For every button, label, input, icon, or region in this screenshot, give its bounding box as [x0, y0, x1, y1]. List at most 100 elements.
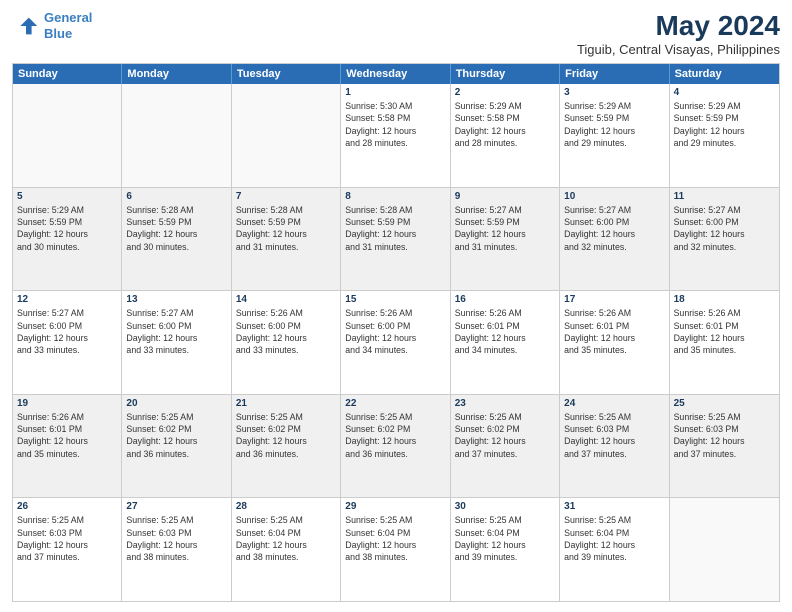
- calendar-row: 19 Sunrise: 5:26 AM Sunset: 6:01 PM Dayli…: [13, 394, 779, 498]
- day-info: Sunrise: 5:25 AM Sunset: 6:03 PM Dayligh…: [126, 514, 226, 563]
- day-info: Sunrise: 5:25 AM Sunset: 6:04 PM Dayligh…: [564, 514, 664, 563]
- day-info: Sunrise: 5:28 AM Sunset: 5:59 PM Dayligh…: [126, 204, 226, 253]
- subtitle: Tiguib, Central Visayas, Philippines: [577, 42, 780, 57]
- day-number: 28: [236, 501, 336, 512]
- day-info: Sunrise: 5:25 AM Sunset: 6:04 PM Dayligh…: [236, 514, 336, 563]
- day-info: Sunrise: 5:25 AM Sunset: 6:02 PM Dayligh…: [345, 411, 445, 460]
- calendar-cell: 29Sunrise: 5:25 AM Sunset: 6:04 PM Dayli…: [341, 498, 450, 601]
- day-info: Sunrise: 5:25 AM Sunset: 6:02 PM Dayligh…: [126, 411, 226, 460]
- day-info: Sunrise: 5:27 AM Sunset: 6:00 PM Dayligh…: [126, 307, 226, 356]
- day-info: Sunrise: 5:30 AM Sunset: 5:58 PM Dayligh…: [345, 100, 445, 149]
- calendar-header-cell: Friday: [560, 64, 669, 84]
- day-info: Sunrise: 5:26 AM Sunset: 6:01 PM Dayligh…: [455, 307, 555, 356]
- day-number: 22: [345, 398, 445, 409]
- day-number: 18: [674, 294, 775, 305]
- calendar-cell: 14 Sunrise: 5:26 AM Sunset: 6:00 PM Dayli…: [232, 291, 341, 394]
- calendar-header-cell: Sunday: [13, 64, 122, 84]
- day-info: Sunrise: 5:26 AM Sunset: 6:01 PM Dayligh…: [564, 307, 664, 356]
- calendar-cell: 25 Sunrise: 5:25 AM Sunset: 6:03 PM Dayli…: [670, 395, 779, 498]
- calendar-cell: 5 Sunrise: 5:29 AM Sunset: 5:59 PM Daylig…: [13, 188, 122, 291]
- day-info: Sunrise: 5:29 AM Sunset: 5:59 PM Dayligh…: [674, 100, 775, 149]
- calendar-cell: [122, 84, 231, 187]
- calendar-cell: 11 Sunrise: 5:27 AM Sunset: 6:00 PM Dayli…: [670, 188, 779, 291]
- day-info: Sunrise: 5:27 AM Sunset: 6:00 PM Dayligh…: [674, 204, 775, 253]
- calendar-header-cell: Monday: [122, 64, 231, 84]
- day-info: Sunrise: 5:29 AM Sunset: 5:59 PM Dayligh…: [564, 100, 664, 149]
- calendar-header-cell: Thursday: [451, 64, 560, 84]
- calendar-cell: 9 Sunrise: 5:27 AM Sunset: 5:59 PM Daylig…: [451, 188, 560, 291]
- logo: General Blue: [12, 10, 92, 41]
- calendar-cell: 17 Sunrise: 5:26 AM Sunset: 6:01 PM Dayli…: [560, 291, 669, 394]
- day-number: 4: [674, 87, 775, 98]
- calendar-cell: 26 Sunrise: 5:25 AM Sunset: 6:03 PM Dayli…: [13, 498, 122, 601]
- calendar-row: 1 Sunrise: 5:30 AM Sunset: 5:58 PM Daylig…: [13, 84, 779, 187]
- calendar-cell: 4 Sunrise: 5:29 AM Sunset: 5:59 PM Daylig…: [670, 84, 779, 187]
- day-info: Sunrise: 5:25 AM Sunset: 6:03 PM Dayligh…: [564, 411, 664, 460]
- day-number: 14: [236, 294, 336, 305]
- calendar-cell: [232, 84, 341, 187]
- day-info: Sunrise: 5:26 AM Sunset: 6:01 PM Dayligh…: [674, 307, 775, 356]
- calendar-cell: 16Sunrise: 5:26 AM Sunset: 6:01 PM Dayli…: [451, 291, 560, 394]
- day-number: 2: [455, 87, 555, 98]
- day-info: Sunrise: 5:25 AM Sunset: 6:03 PM Dayligh…: [17, 514, 117, 563]
- calendar-cell: 13Sunrise: 5:27 AM Sunset: 6:00 PM Dayli…: [122, 291, 231, 394]
- day-info: Sunrise: 5:25 AM Sunset: 6:02 PM Dayligh…: [236, 411, 336, 460]
- calendar-cell: 12Sunrise: 5:27 AM Sunset: 6:00 PM Dayli…: [13, 291, 122, 394]
- day-number: 11: [674, 191, 775, 202]
- calendar-cell: 10Sunrise: 5:27 AM Sunset: 6:00 PM Dayli…: [560, 188, 669, 291]
- calendar-cell: 3Sunrise: 5:29 AM Sunset: 5:59 PM Daylig…: [560, 84, 669, 187]
- calendar-header: SundayMondayTuesdayWednesdayThursdayFrid…: [13, 64, 779, 84]
- calendar-cell: [670, 498, 779, 601]
- day-number: 8: [345, 191, 445, 202]
- calendar-row: 26 Sunrise: 5:25 AM Sunset: 6:03 PM Dayli…: [13, 497, 779, 601]
- calendar-cell: 7Sunrise: 5:28 AM Sunset: 5:59 PM Daylig…: [232, 188, 341, 291]
- day-info: Sunrise: 5:26 AM Sunset: 6:00 PM Dayligh…: [236, 307, 336, 356]
- day-number: 20: [126, 398, 226, 409]
- day-info: Sunrise: 5:27 AM Sunset: 6:00 PM Dayligh…: [564, 204, 664, 253]
- day-number: 19: [17, 398, 117, 409]
- calendar-header-cell: Wednesday: [341, 64, 450, 84]
- logo-text: General Blue: [44, 10, 92, 41]
- main-title: May 2024: [577, 10, 780, 42]
- day-number: 24: [564, 398, 664, 409]
- day-info: Sunrise: 5:26 AM Sunset: 6:01 PM Dayligh…: [17, 411, 117, 460]
- day-number: 25: [674, 398, 775, 409]
- calendar-header-cell: Saturday: [670, 64, 779, 84]
- day-number: 27: [126, 501, 226, 512]
- logo-icon: [12, 12, 40, 40]
- day-info: Sunrise: 5:28 AM Sunset: 5:59 PM Dayligh…: [345, 204, 445, 253]
- calendar-cell: 27 Sunrise: 5:25 AM Sunset: 6:03 PM Dayli…: [122, 498, 231, 601]
- day-info: Sunrise: 5:27 AM Sunset: 5:59 PM Dayligh…: [455, 204, 555, 253]
- calendar-cell: 31Sunrise: 5:25 AM Sunset: 6:04 PM Dayli…: [560, 498, 669, 601]
- day-info: Sunrise: 5:27 AM Sunset: 6:00 PM Dayligh…: [17, 307, 117, 356]
- calendar-body: 1 Sunrise: 5:30 AM Sunset: 5:58 PM Daylig…: [13, 84, 779, 601]
- day-number: 9: [455, 191, 555, 202]
- day-number: 7: [236, 191, 336, 202]
- calendar-cell: 6 Sunrise: 5:28 AM Sunset: 5:59 PM Daylig…: [122, 188, 231, 291]
- calendar-cell: 28 Sunrise: 5:25 AM Sunset: 6:04 PM Dayli…: [232, 498, 341, 601]
- calendar-cell: 23 Sunrise: 5:25 AM Sunset: 6:02 PM Dayli…: [451, 395, 560, 498]
- day-number: 5: [17, 191, 117, 202]
- logo-line1: General: [44, 10, 92, 25]
- page: General Blue May 2024 Tiguib, Central Vi…: [0, 0, 792, 612]
- calendar-cell: 22 Sunrise: 5:25 AM Sunset: 6:02 PM Dayli…: [341, 395, 450, 498]
- day-number: 15: [345, 294, 445, 305]
- calendar-cell: 24 Sunrise: 5:25 AM Sunset: 6:03 PM Dayli…: [560, 395, 669, 498]
- day-number: 1: [345, 87, 445, 98]
- calendar-cell: 20 Sunrise: 5:25 AM Sunset: 6:02 PM Dayli…: [122, 395, 231, 498]
- calendar-row: 5 Sunrise: 5:29 AM Sunset: 5:59 PM Daylig…: [13, 187, 779, 291]
- day-number: 26: [17, 501, 117, 512]
- day-number: 29: [345, 501, 445, 512]
- day-info: Sunrise: 5:26 AM Sunset: 6:00 PM Dayligh…: [345, 307, 445, 356]
- day-number: 30: [455, 501, 555, 512]
- day-number: 23: [455, 398, 555, 409]
- calendar-row: 12Sunrise: 5:27 AM Sunset: 6:00 PM Dayli…: [13, 290, 779, 394]
- day-info: Sunrise: 5:29 AM Sunset: 5:59 PM Dayligh…: [17, 204, 117, 253]
- day-number: 6: [126, 191, 226, 202]
- day-info: Sunrise: 5:25 AM Sunset: 6:02 PM Dayligh…: [455, 411, 555, 460]
- day-number: 21: [236, 398, 336, 409]
- calendar-cell: 1 Sunrise: 5:30 AM Sunset: 5:58 PM Daylig…: [341, 84, 450, 187]
- calendar: SundayMondayTuesdayWednesdayThursdayFrid…: [12, 63, 780, 602]
- day-info: Sunrise: 5:25 AM Sunset: 6:03 PM Dayligh…: [674, 411, 775, 460]
- day-number: 17: [564, 294, 664, 305]
